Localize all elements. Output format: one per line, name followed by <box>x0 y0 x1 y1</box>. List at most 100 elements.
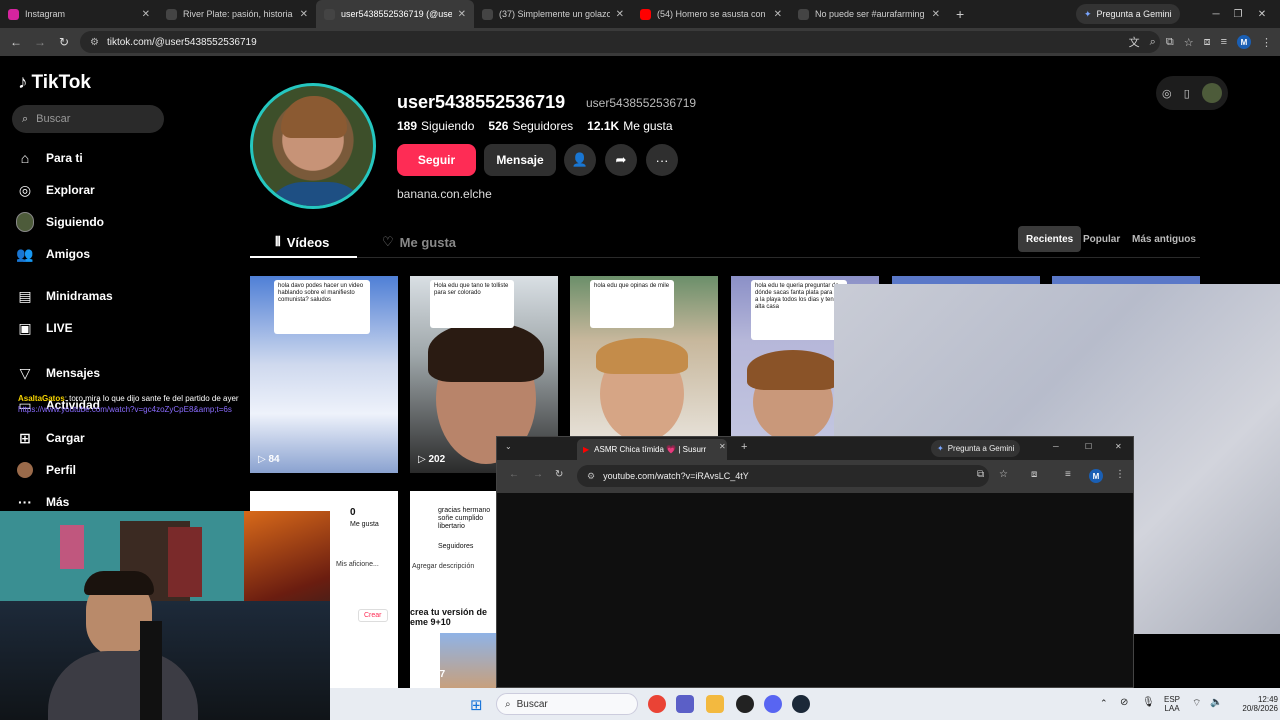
profile-avatar[interactable]: M <box>1089 469 1103 483</box>
sidebar-item-mas[interactable]: ··· Más <box>16 493 69 511</box>
address-bar[interactable]: ⚙ youtube.com/watch?v=iRAvsLC_4tY <box>577 465 989 487</box>
address-bar[interactable]: ⚙ tiktok.com/@user5438552536719 <box>80 31 1160 53</box>
sidebar-item-cargar[interactable]: ⊞ Cargar <box>16 429 85 447</box>
message-button[interactable]: Mensaje <box>484 144 556 176</box>
wifi-icon[interactable]: ⌔ <box>1192 697 1201 710</box>
zoom-icon[interactable]: ⌕ <box>1150 36 1156 49</box>
followers-stat[interactable]: 526 Seguidores <box>488 119 573 133</box>
teams-app-icon[interactable] <box>676 695 694 713</box>
video-thumbnail[interactable] <box>1052 276 1200 284</box>
browser-tab[interactable]: River Plate: pasión, historia y m ✕ <box>158 0 316 28</box>
app-download-icon[interactable]: ▯ <box>1184 87 1190 100</box>
add-friend-icon[interactable]: 👤 <box>564 144 596 176</box>
close-tab-icon[interactable]: ✕ <box>932 9 940 20</box>
user-avatar[interactable] <box>1201 83 1222 103</box>
sidebar-item-mensajes[interactable]: ▽ Mensajes <box>16 364 100 382</box>
restore-icon[interactable]: ☐ <box>1085 442 1092 451</box>
search-input[interactable]: ⌕ Buscar <box>12 105 164 133</box>
tab-search-icon[interactable]: ⌄ <box>505 442 512 451</box>
sidebar-item-live[interactable]: ▣ LIVE <box>16 319 72 337</box>
extensions-icon[interactable]: ⧈ <box>1204 36 1211 49</box>
sidebar-item-siguiendo[interactable]: Siguiendo <box>16 212 104 232</box>
active-tab-indicator <box>250 256 357 258</box>
extensions-icon[interactable]: ⧈ <box>1031 469 1037 480</box>
sidebar-item-minidramas[interactable]: ▤ Minidramas <box>16 287 112 305</box>
obs-app-icon[interactable] <box>736 695 754 713</box>
reload-icon[interactable]: ↻ <box>555 469 563 480</box>
tiktok-logo[interactable]: ♪ TikTok <box>18 72 91 94</box>
menu-kebab-icon[interactable]: ⋮ <box>1115 469 1125 480</box>
sort-oldest-button[interactable]: Más antiguos <box>1124 226 1204 252</box>
sidebar-item-explorar[interactable]: ◎ Explorar <box>16 181 95 199</box>
bookmark-star-icon[interactable]: ☆ <box>1184 36 1194 49</box>
create-button[interactable]: Crear <box>358 609 388 622</box>
media-icon[interactable]: ≡ <box>1065 469 1071 480</box>
new-tab-icon[interactable]: + <box>741 441 747 453</box>
file-explorer-app-icon[interactable] <box>706 695 724 713</box>
media-icon[interactable]: ≡ <box>1221 36 1227 48</box>
clock[interactable]: 12:49 20/8/2026 <box>1228 688 1278 720</box>
close-window-icon[interactable]: ✕ <box>1115 442 1122 451</box>
gemini-button[interactable]: ✦ Pregunta a Gemini <box>1076 4 1180 24</box>
mic-icon[interactable]: 🎙 <box>1142 697 1155 708</box>
video-thumbnail[interactable]: hola edu que opinas de mile <box>570 276 718 436</box>
browser-tab[interactable]: (54) Homero se asusta con la p ✕ <box>632 0 790 28</box>
close-tab-icon[interactable]: ✕ <box>774 9 782 20</box>
browser-tab-active[interactable]: user5438552536719 (@user54 ✕ <box>316 0 474 28</box>
profile-avatar[interactable]: M <box>1237 35 1251 49</box>
url-text: tiktok.com/@user5438552536719 <box>106 36 257 48</box>
bookmark-star-icon[interactable]: ☆ <box>999 469 1008 480</box>
sidebar-item-para-ti[interactable]: ⌂ Para ti <box>16 149 83 167</box>
share-icon[interactable]: ➦ <box>605 144 637 176</box>
tab-label: Me gusta <box>399 234 456 250</box>
gemini-button[interactable]: ✦ Pregunta a Gemini <box>931 440 1021 457</box>
browser-tab[interactable]: No puede ser #aurafarming ✕ <box>790 0 948 28</box>
sort-popular-button[interactable]: Popular <box>1075 226 1128 252</box>
forward-icon[interactable]: → <box>28 35 52 49</box>
discord-app-icon[interactable] <box>764 695 782 713</box>
sidebar-item-amigos[interactable]: 👥 Amigos <box>16 245 90 263</box>
close-tab-icon[interactable]: ✕ <box>458 9 466 20</box>
tray-chevron-icon[interactable]: ⌃ <box>1100 698 1108 709</box>
video-thumbnail[interactable] <box>892 276 1040 284</box>
back-icon[interactable]: ← <box>509 469 519 480</box>
close-tab-icon[interactable]: ✕ <box>719 442 726 451</box>
browser-tab[interactable]: (37) Simplemente un golazo ✕ <box>474 0 632 28</box>
translate-icon[interactable]: 文 <box>1129 34 1140 50</box>
close-tab-icon[interactable]: ✕ <box>142 9 150 20</box>
tab-videos[interactable]: ⦀ Vídeos <box>275 234 329 250</box>
windows-start-icon[interactable]: ⊞ <box>470 696 483 714</box>
taskbar-search[interactable]: ⌕ Buscar <box>496 693 638 715</box>
sort-recent-button[interactable]: Recientes <box>1018 226 1082 252</box>
following-stat[interactable]: 189 Siguiendo <box>397 119 474 133</box>
coin-icon[interactable]: ◎ <box>1162 87 1172 100</box>
close-window-icon[interactable]: ✕ <box>1242 0 1280 28</box>
more-options-icon[interactable]: ··· <box>646 144 678 176</box>
sidebar-item-label: Siguiendo <box>46 215 104 229</box>
forward-icon[interactable]: → <box>533 469 543 480</box>
site-info-icon[interactable]: ⚙ <box>587 471 595 482</box>
browser-tab[interactable]: Instagram ✕ <box>0 0 158 28</box>
profile-avatar-large[interactable] <box>250 83 376 209</box>
install-icon[interactable]: ⧉ <box>977 469 984 480</box>
minimize-icon[interactable]: ─ <box>1053 442 1059 451</box>
back-icon[interactable]: ← <box>4 35 28 49</box>
yt-tab[interactable]: ▶ ASMR Chica tímida 💗 | Susurr <box>577 439 727 460</box>
follow-button[interactable]: Seguir <box>397 144 476 176</box>
tab-liked[interactable]: ♡ Me gusta <box>382 234 456 250</box>
steam-app-icon[interactable] <box>792 695 810 713</box>
language-indicator[interactable]: ESP LAA <box>1164 688 1180 720</box>
volume-icon[interactable]: 🔈 <box>1210 697 1222 708</box>
video-thumbnail[interactable]: hola davo podes hacer un video hablando … <box>250 276 398 473</box>
close-tab-icon[interactable]: ✕ <box>616 9 624 20</box>
sidebar-item-perfil[interactable]: Perfil <box>16 461 76 479</box>
menu-kebab-icon[interactable]: ⋮ <box>1261 36 1272 49</box>
site-info-icon[interactable]: ⚙ <box>90 37 99 48</box>
new-tab-icon[interactable]: + <box>956 6 964 22</box>
network-icon[interactable]: ⊘ <box>1120 697 1128 708</box>
chrome-app-icon[interactable] <box>648 695 666 713</box>
install-icon[interactable]: ⧉ <box>1166 36 1174 49</box>
reload-icon[interactable]: ↻ <box>52 35 76 49</box>
close-tab-icon[interactable]: ✕ <box>300 9 308 20</box>
stream-chat-overlay: AsaltaGatos: toro mira lo que dijo sante… <box>18 393 239 415</box>
